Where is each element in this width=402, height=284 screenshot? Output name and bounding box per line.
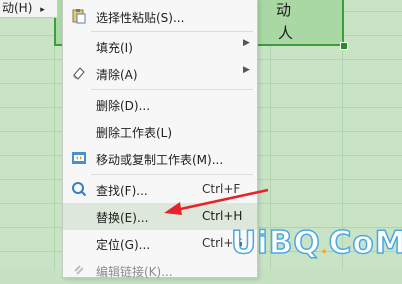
menu-item-delete[interactable]: 删除(D)... [63, 91, 257, 118]
red-arrow-icon [164, 188, 269, 215]
parent-menu-item[interactable]: 动(H) ▸ [0, 0, 58, 18]
menu-item-goto[interactable]: 定位(G)... Ctrl+G [63, 230, 257, 257]
menu-item-clear[interactable]: 清除(A) ▶ [63, 60, 257, 87]
link-icon [71, 262, 87, 278]
cell-top-text: 动 [276, 1, 292, 19]
separator [91, 174, 253, 175]
menu-item-delete-sheet[interactable]: 删除工作表(L) [63, 118, 257, 145]
watermark-logo: UiBQ.CoM [230, 224, 402, 262]
paste-icon [71, 8, 87, 24]
submenu-arrow-icon: ▶ [243, 38, 250, 48]
find-icon [71, 181, 87, 197]
fill-handle[interactable] [340, 42, 348, 50]
parent-menu-label: 动(H) [2, 1, 33, 15]
separator [91, 89, 253, 90]
menu-item-edit-link[interactable]: 编辑链接(K)... [63, 257, 257, 284]
cell-bottom-text: 人 [278, 24, 294, 42]
move-sheet-icon [71, 150, 87, 166]
parent-menu-arrow: ▸ [40, 5, 45, 15]
menu-item-fill[interactable]: 填充(I) ▶ [63, 33, 257, 60]
menu-item-move-copy-sheet[interactable]: 移动或复制工作表(M)... [63, 145, 257, 172]
submenu-arrow-icon: ▶ [243, 65, 250, 75]
context-menu: 选择性粘贴(S)... 填充(I) ▶ 清除(A) ▶ 删除(D)... 删除工… [62, 0, 258, 279]
menu-item-paste-special[interactable]: 选择性粘贴(S)... [63, 3, 257, 30]
separator [91, 31, 253, 32]
eraser-icon [71, 65, 87, 81]
